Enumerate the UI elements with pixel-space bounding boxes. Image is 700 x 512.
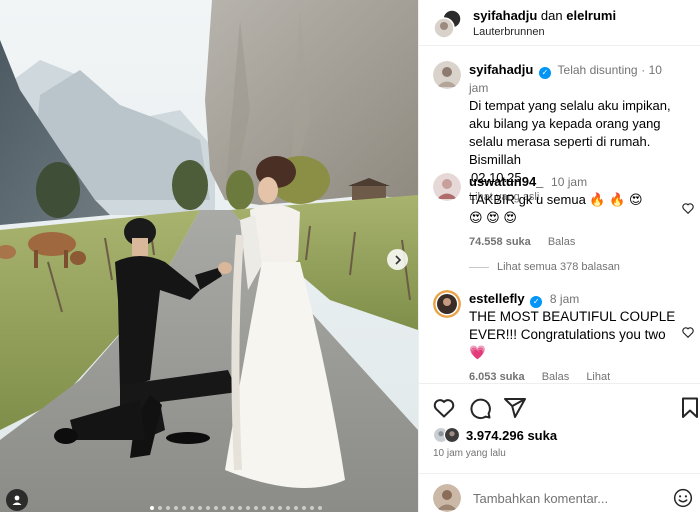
like-comment-icon[interactable] xyxy=(681,325,695,339)
liker-avatar xyxy=(444,427,460,443)
avatar-image xyxy=(433,484,461,512)
collab-avatars[interactable] xyxy=(433,9,463,39)
carousel-dot xyxy=(294,506,298,510)
comment-text: TAKBIR gk u semua 🔥 🔥 😍 xyxy=(469,192,643,207)
comments-list[interactable]: syifahadju ✓ Telah disunting · 10 jam Di… xyxy=(419,47,700,383)
author-username[interactable]: syifahadju xyxy=(473,8,537,23)
carousel-dot xyxy=(214,506,218,510)
post-time: 10 jam yang lalu xyxy=(433,448,506,459)
verified-icon: ✓ xyxy=(530,296,543,308)
next-photo-button[interactable] xyxy=(387,249,408,270)
comment-username[interactable]: uswatun94_ xyxy=(469,174,543,189)
caption-username[interactable]: syifahadju xyxy=(469,62,533,77)
post-location[interactable]: Lauterbrunnen xyxy=(473,26,545,38)
comment-likes[interactable]: 74.558 suka xyxy=(469,236,531,248)
edited-label: Telah disunting xyxy=(557,63,638,77)
tag-user-icon xyxy=(12,495,22,505)
bookmark-icon[interactable] xyxy=(678,396,700,420)
carousel-dot xyxy=(278,506,282,510)
carousel-dot xyxy=(286,506,290,510)
view-replies-link[interactable]: Lihat semua 378 balasan xyxy=(469,261,620,273)
avatar-image xyxy=(433,290,461,318)
view-replies-label: Lihat semua 378 balasan xyxy=(497,261,620,273)
replies-divider xyxy=(469,266,489,268)
avatar-image xyxy=(433,173,461,201)
caption-text: Di tempat yang selalu aku impikan, aku b… xyxy=(469,98,671,167)
carousel-dot xyxy=(206,506,210,510)
post-details-panel: syifahadju dan elelrumi Lauterbrunnen sy… xyxy=(418,0,700,512)
share-icon[interactable] xyxy=(503,396,527,420)
carousel-dot xyxy=(238,506,242,510)
carousel-dot xyxy=(318,506,322,510)
avatar xyxy=(433,484,461,512)
comment-time: 8 jam xyxy=(549,292,580,306)
coauthor-username[interactable]: elelrumi xyxy=(566,8,616,23)
comment-text: THE MOST BEAUTIFUL COUPLE EVER!!! Congra… xyxy=(469,309,676,360)
carousel-dot xyxy=(246,506,250,510)
carousel-dot xyxy=(174,506,178,510)
post-authors: syifahadju dan elelrumi xyxy=(473,8,616,23)
verified-icon: ✓ xyxy=(538,67,551,79)
avatar[interactable] xyxy=(433,290,461,318)
avatar[interactable] xyxy=(433,173,461,201)
post-header: syifahadju dan elelrumi Lauterbrunnen xyxy=(419,0,700,46)
carousel-dot xyxy=(150,506,154,510)
authors-joiner: dan xyxy=(540,8,563,23)
add-comment-input[interactable] xyxy=(473,486,653,510)
carousel-indicator xyxy=(150,506,322,510)
carousel-dot xyxy=(230,506,234,510)
tagged-users-button[interactable] xyxy=(6,489,28,511)
add-comment-bar xyxy=(419,473,700,512)
carousel-dot xyxy=(182,506,186,510)
comment-username[interactable]: estellefly xyxy=(469,291,525,306)
comment-time: 10 jam xyxy=(551,175,588,189)
proposal-photo xyxy=(0,0,418,512)
post-photo[interactable] xyxy=(0,0,418,512)
avatar-image xyxy=(433,61,461,89)
carousel-dot xyxy=(262,506,266,510)
comment-icon[interactable] xyxy=(468,396,492,420)
reply-button[interactable]: Balas xyxy=(548,236,576,248)
carousel-dot xyxy=(254,506,258,510)
post-likes[interactable]: 3.974.296 suka xyxy=(433,426,557,444)
avatar xyxy=(433,9,462,39)
heart-icon[interactable] xyxy=(432,396,456,420)
carousel-dot xyxy=(166,506,170,510)
reply-button[interactable]: Balas xyxy=(542,371,570,383)
chevron-right-icon xyxy=(394,254,401,265)
comment-likes[interactable]: 6.053 suka xyxy=(469,371,525,383)
carousel-dot xyxy=(302,506,306,510)
like-comment-icon[interactable] xyxy=(681,201,695,215)
post-likes-count: 3.974.296 suka xyxy=(466,427,558,443)
carousel-dot xyxy=(198,506,202,510)
carousel-dot xyxy=(310,506,314,510)
carousel-dot xyxy=(222,506,226,510)
instagram-post-view: syifahadju dan elelrumi Lauterbrunnen sy… xyxy=(0,0,700,512)
post-actions: 3.974.296 suka 10 jam yang lalu xyxy=(419,383,700,463)
emoji-icon[interactable] xyxy=(673,488,693,508)
comment-text-continued: 😍 😍 😍 xyxy=(469,210,517,225)
carousel-dot xyxy=(190,506,194,510)
carousel-dot xyxy=(158,506,162,510)
avatar[interactable] xyxy=(433,61,461,89)
carousel-dot xyxy=(270,506,274,510)
